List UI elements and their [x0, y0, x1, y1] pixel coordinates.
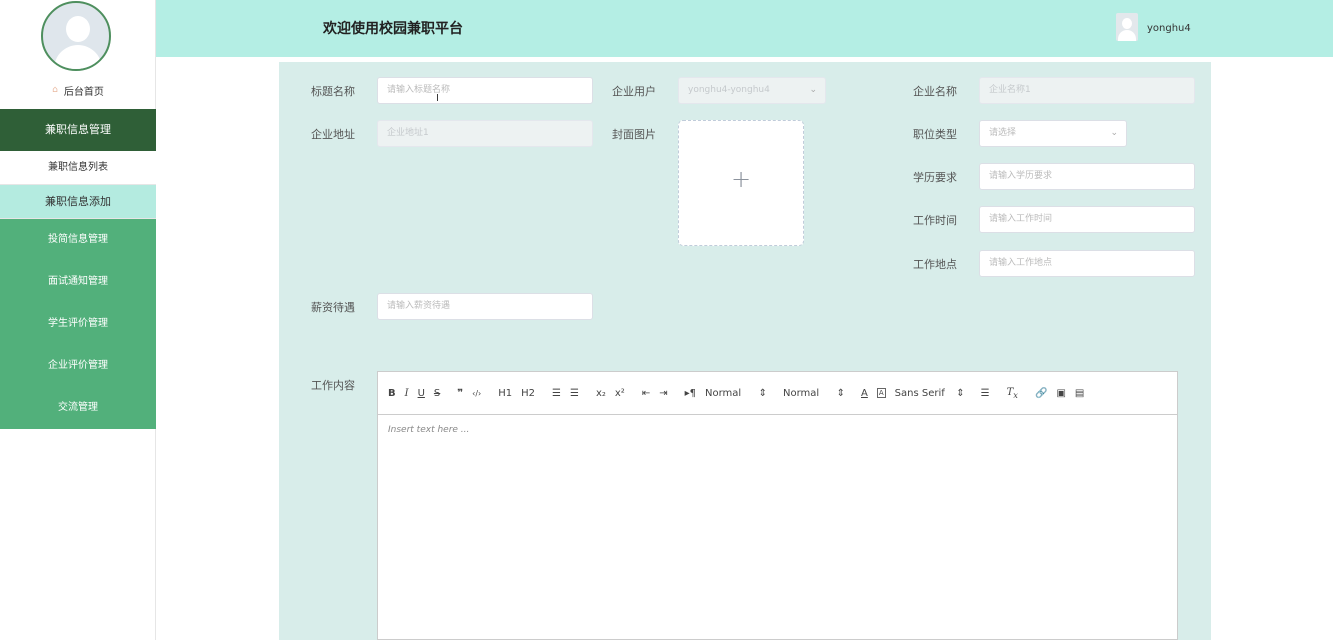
- sidebar-subitem-list[interactable]: 兼职信息列表: [0, 151, 156, 185]
- direction-button[interactable]: ▸¶: [685, 388, 696, 399]
- company-address-input[interactable]: 企业地址1: [377, 120, 593, 147]
- company-address-label: 企业地址: [311, 128, 355, 141]
- education-input[interactable]: 请输入学历要求: [979, 163, 1195, 190]
- sidebar-item-chat[interactable]: 交流管理: [0, 387, 156, 429]
- chevron-down-icon: ⌄: [1110, 128, 1118, 138]
- cover-upload[interactable]: +: [678, 120, 804, 246]
- position-type-label: 职位类型: [913, 128, 957, 141]
- plus-icon: +: [730, 165, 752, 193]
- indent-button[interactable]: ⇥: [659, 388, 667, 399]
- sidebar-item-resume[interactable]: 投简信息管理: [0, 219, 156, 261]
- rich-text-editor: B I U S ❞ ‹/› H1 H2 ☰ ☰ x₂ x² ⇤ ⇥ ▸¶ Nor…: [377, 371, 1178, 640]
- user-avatar[interactable]: [1116, 13, 1138, 41]
- ordered-list-button[interactable]: ☰: [552, 388, 561, 399]
- superscript-button[interactable]: x²: [615, 388, 625, 399]
- sidebar-subitem-add[interactable]: 兼职信息添加: [0, 185, 156, 219]
- size-select[interactable]: Normal ⇕: [783, 388, 845, 399]
- font-select[interactable]: Sans Serif ⇕: [895, 388, 965, 399]
- salary-label: 薪资待遇: [311, 301, 355, 314]
- title-label: 标题名称: [311, 85, 355, 98]
- updown-icon: ⇕: [836, 387, 845, 399]
- salary-input[interactable]: 请输入薪资待遇: [377, 293, 593, 320]
- sidebar: ⌂ 后台首页 兼职信息管理 兼职信息列表 兼职信息添加 投简信息管理 面试通知管…: [0, 0, 156, 640]
- editor-toolbar: B I U S ❞ ‹/› H1 H2 ☰ ☰ x₂ x² ⇤ ⇥ ▸¶ Nor…: [378, 372, 1177, 415]
- font-color-icon[interactable]: A: [861, 388, 868, 399]
- cover-label: 封面图片: [612, 128, 656, 141]
- underline-button[interactable]: U: [418, 388, 425, 399]
- sidebar-item-home[interactable]: ⌂ 后台首页: [0, 80, 156, 100]
- font-select-value: Sans Serif: [894, 387, 945, 399]
- content-label: 工作内容: [311, 379, 355, 392]
- work-place-input[interactable]: 请输入工作地点: [979, 250, 1195, 277]
- header-select[interactable]: Normal ⇕: [705, 388, 767, 399]
- title-input[interactable]: 请输入标题名称: [377, 77, 593, 104]
- link-icon[interactable]: 🔗: [1035, 388, 1047, 399]
- updown-icon: ⇕: [758, 387, 767, 399]
- updown-icon: ⇕: [956, 387, 965, 399]
- outdent-button[interactable]: ⇤: [642, 388, 650, 399]
- h1-button[interactable]: H1: [498, 388, 512, 399]
- company-user-value: yonghu4-yonghu4: [688, 85, 770, 95]
- image-icon[interactable]: ▣: [1056, 388, 1065, 399]
- size-select-value: Normal: [783, 387, 820, 399]
- align-icon[interactable]: ☰: [981, 388, 990, 399]
- work-place-label: 工作地点: [913, 258, 957, 271]
- clear-format-icon[interactable]: Tx: [1007, 387, 1018, 400]
- page-title: 欢迎使用校园兼职平台: [323, 21, 463, 37]
- chevron-down-icon: ⌄: [809, 85, 817, 95]
- background-color-icon[interactable]: A: [876, 388, 886, 398]
- sidebar-group-parttime[interactable]: 兼职信息管理: [0, 109, 156, 151]
- username[interactable]: yonghu4: [1147, 23, 1191, 34]
- home-icon: ⌂: [52, 85, 58, 95]
- video-icon[interactable]: ▤: [1075, 388, 1084, 399]
- company-user-select[interactable]: yonghu4-yonghu4 ⌄: [678, 77, 826, 104]
- text-cursor-icon: I: [436, 93, 439, 104]
- subscript-button[interactable]: x₂: [596, 388, 606, 399]
- strike-button[interactable]: S: [434, 388, 440, 399]
- code-button[interactable]: ‹/›: [472, 389, 481, 398]
- sidebar-item-student-review[interactable]: 学生评价管理: [0, 303, 156, 345]
- company-name-input[interactable]: 企业名称1: [979, 77, 1195, 104]
- form-panel: 标题名称 请输入标题名称 企业用户 yonghu4-yonghu4 ⌄ 企业名称…: [279, 62, 1211, 640]
- blockquote-button[interactable]: ❞: [457, 388, 463, 399]
- work-time-input[interactable]: 请输入工作时间: [979, 206, 1195, 233]
- top-header: 欢迎使用校园兼职平台 yonghu4: [156, 0, 1333, 57]
- company-name-label: 企业名称: [913, 85, 957, 98]
- h2-button[interactable]: H2: [521, 388, 535, 399]
- bold-button[interactable]: B: [388, 388, 396, 399]
- sidebar-item-company-review[interactable]: 企业评价管理: [0, 345, 156, 387]
- company-user-label: 企业用户: [612, 85, 656, 98]
- profile-avatar[interactable]: [41, 1, 111, 71]
- italic-button[interactable]: I: [405, 388, 409, 399]
- position-type-select[interactable]: 请选择 ⌄: [979, 120, 1127, 147]
- bullet-list-button[interactable]: ☰: [570, 388, 579, 399]
- position-type-placeholder: 请选择: [989, 128, 1017, 138]
- editor-content[interactable]: Insert text here ...: [378, 415, 1177, 445]
- sidebar-menu: 兼职信息管理 兼职信息列表 兼职信息添加 投简信息管理 面试通知管理 学生评价管…: [0, 109, 156, 429]
- sidebar-item-interview[interactable]: 面试通知管理: [0, 261, 156, 303]
- work-time-label: 工作时间: [913, 214, 957, 227]
- sidebar-item-label: 后台首页: [63, 86, 104, 98]
- header-select-value: Normal: [705, 387, 742, 399]
- education-label: 学历要求: [913, 171, 957, 184]
